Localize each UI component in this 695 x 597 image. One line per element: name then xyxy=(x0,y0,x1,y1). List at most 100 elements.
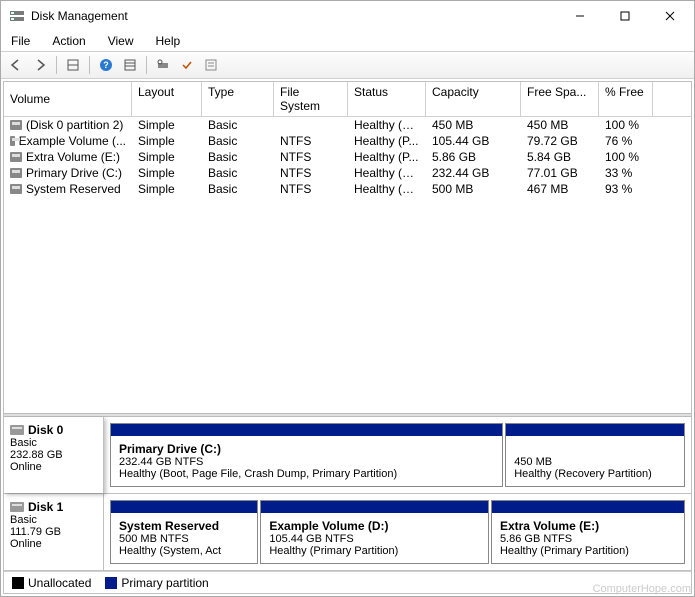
volume-type: Basic xyxy=(202,133,274,149)
disk-graphical-view: Disk 0Basic232.88 GBOnlinePrimary Drive … xyxy=(4,417,691,571)
view-list-button[interactable] xyxy=(119,54,141,76)
disk-name: Disk 1 xyxy=(28,500,63,514)
partition-status: Healthy (Primary Partition) xyxy=(269,545,480,557)
volume-list-header: Volume Layout Type File System Status Ca… xyxy=(4,82,691,117)
volume-type: Basic xyxy=(202,149,274,165)
check-button[interactable] xyxy=(176,54,198,76)
menu-view[interactable]: View xyxy=(104,33,138,49)
disk-type: Basic xyxy=(10,437,97,449)
partition-label: Extra Volume (E:) xyxy=(500,519,676,533)
volume-capacity: 232.44 GB xyxy=(426,165,521,181)
volume-name: Extra Volume (E:) xyxy=(26,150,120,164)
volume-free: 77.01 GB xyxy=(521,165,599,181)
partition-label: Example Volume (D:) xyxy=(269,519,480,533)
disk-size: 111.79 GB xyxy=(10,526,97,538)
rescan-button[interactable] xyxy=(152,54,174,76)
titlebar[interactable]: Disk Management xyxy=(1,1,694,31)
menu-action[interactable]: Action xyxy=(48,33,89,49)
col-pctfree[interactable]: % Free xyxy=(599,82,653,116)
partition[interactable]: Extra Volume (E:)5.86 GB NTFSHealthy (Pr… xyxy=(491,500,685,564)
partition-size: 105.44 GB NTFS xyxy=(269,533,480,545)
volume-fs: NTFS xyxy=(274,165,348,181)
volume-icon xyxy=(10,184,22,194)
volume-row[interactable]: Extra Volume (E:) SimpleBasicNTFSHealthy … xyxy=(4,149,691,165)
volume-capacity: 5.86 GB xyxy=(426,149,521,165)
menu-help[interactable]: Help xyxy=(152,33,185,49)
volume-capacity: 105.44 GB xyxy=(426,133,521,149)
partition[interactable]: Example Volume (D:)105.44 GB NTFSHealthy… xyxy=(260,500,489,564)
volume-fs: NTFS xyxy=(274,133,348,149)
partition-color-bar xyxy=(261,501,488,513)
volume-status: Healthy (P... xyxy=(348,149,426,165)
legend-primary: Primary partition xyxy=(105,576,208,590)
close-button[interactable] xyxy=(647,1,692,31)
back-button[interactable] xyxy=(5,54,27,76)
volume-status: Healthy (P... xyxy=(348,133,426,149)
svg-text:?: ? xyxy=(103,60,109,70)
volume-free: 467 MB xyxy=(521,181,599,197)
window-title: Disk Management xyxy=(31,9,557,23)
volume-name: (Disk 0 partition 2) xyxy=(26,118,123,132)
maximize-button[interactable] xyxy=(602,1,647,31)
partition-color-bar xyxy=(492,501,684,513)
volume-name: System Reserved xyxy=(26,182,121,196)
forward-button[interactable] xyxy=(29,54,51,76)
volume-name: Primary Drive (C:) xyxy=(26,166,122,180)
partition-label: System Reserved xyxy=(119,519,249,533)
help-button[interactable]: ? xyxy=(95,54,117,76)
volume-free: 5.84 GB xyxy=(521,149,599,165)
partition[interactable]: 450 MBHealthy (Recovery Partition) xyxy=(505,423,685,487)
disk-name: Disk 0 xyxy=(28,423,63,437)
col-status[interactable]: Status xyxy=(348,82,426,116)
volume-icon xyxy=(10,136,15,146)
minimize-button[interactable] xyxy=(557,1,602,31)
volume-capacity: 450 MB xyxy=(426,117,521,133)
partition-status: Healthy (Recovery Partition) xyxy=(514,468,676,480)
volume-row[interactable]: Example Volume (...SimpleBasicNTFSHealth… xyxy=(4,133,691,149)
menu-file[interactable]: File xyxy=(7,33,34,49)
partition[interactable]: Primary Drive (C:)232.44 GB NTFSHealthy … xyxy=(110,423,503,487)
content-area: Volume Layout Type File System Status Ca… xyxy=(3,81,692,594)
settings-button[interactable] xyxy=(200,54,222,76)
volume-type: Basic xyxy=(202,165,274,181)
disk-block: Disk 1Basic111.79 GBOnlineSystem Reserve… xyxy=(4,494,691,571)
col-type[interactable]: Type xyxy=(202,82,274,116)
volume-pct: 100 % xyxy=(599,149,653,165)
partition-color-bar xyxy=(506,424,684,436)
partition-status: Healthy (System, Act xyxy=(119,545,249,557)
volume-type: Basic xyxy=(202,181,274,197)
col-layout[interactable]: Layout xyxy=(132,82,202,116)
volume-row[interactable]: (Disk 0 partition 2)SimpleBasicHealthy (… xyxy=(4,117,691,133)
volume-type: Basic xyxy=(202,117,274,133)
menubar: File Action View Help xyxy=(1,31,694,51)
volume-fs: NTFS xyxy=(274,149,348,165)
volume-capacity: 500 MB xyxy=(426,181,521,197)
col-free[interactable]: Free Spa... xyxy=(521,82,599,116)
disk-management-window: Disk Management File Action View Help ? … xyxy=(0,0,695,597)
partition-label: Primary Drive (C:) xyxy=(119,442,494,456)
volume-row[interactable]: System ReservedSimpleBasicNTFSHealthy (S… xyxy=(4,181,691,197)
volume-status: Healthy (R... xyxy=(348,117,426,133)
volume-icon xyxy=(10,152,22,162)
watermark: ComputerHope.com xyxy=(593,583,691,595)
view-split-button[interactable] xyxy=(62,54,84,76)
volume-layout: Simple xyxy=(132,165,202,181)
col-filesystem[interactable]: File System xyxy=(274,82,348,116)
disk-type: Basic xyxy=(10,514,97,526)
col-capacity[interactable]: Capacity xyxy=(426,82,521,116)
volume-row[interactable]: Primary Drive (C:) SimpleBasicNTFSHealthy… xyxy=(4,165,691,181)
volume-list[interactable]: Volume Layout Type File System Status Ca… xyxy=(4,82,691,413)
volume-layout: Simple xyxy=(132,133,202,149)
legend-unallocated: Unallocated xyxy=(12,576,91,590)
col-volume[interactable]: Volume xyxy=(4,82,132,116)
disk-block: Disk 0Basic232.88 GBOnlinePrimary Drive … xyxy=(4,417,691,494)
volume-status: Healthy (S... xyxy=(348,181,426,197)
disk-label[interactable]: Disk 1Basic111.79 GBOnline xyxy=(4,494,104,570)
partition[interactable]: System Reserved500 MB NTFSHealthy (Syste… xyxy=(110,500,258,564)
partition-status: Healthy (Primary Partition) xyxy=(500,545,676,557)
volume-status: Healthy (B... xyxy=(348,165,426,181)
volume-layout: Simple xyxy=(132,149,202,165)
disk-label[interactable]: Disk 0Basic232.88 GBOnline xyxy=(4,417,104,493)
volume-pct: 33 % xyxy=(599,165,653,181)
partition-size: 450 MB xyxy=(514,456,676,468)
